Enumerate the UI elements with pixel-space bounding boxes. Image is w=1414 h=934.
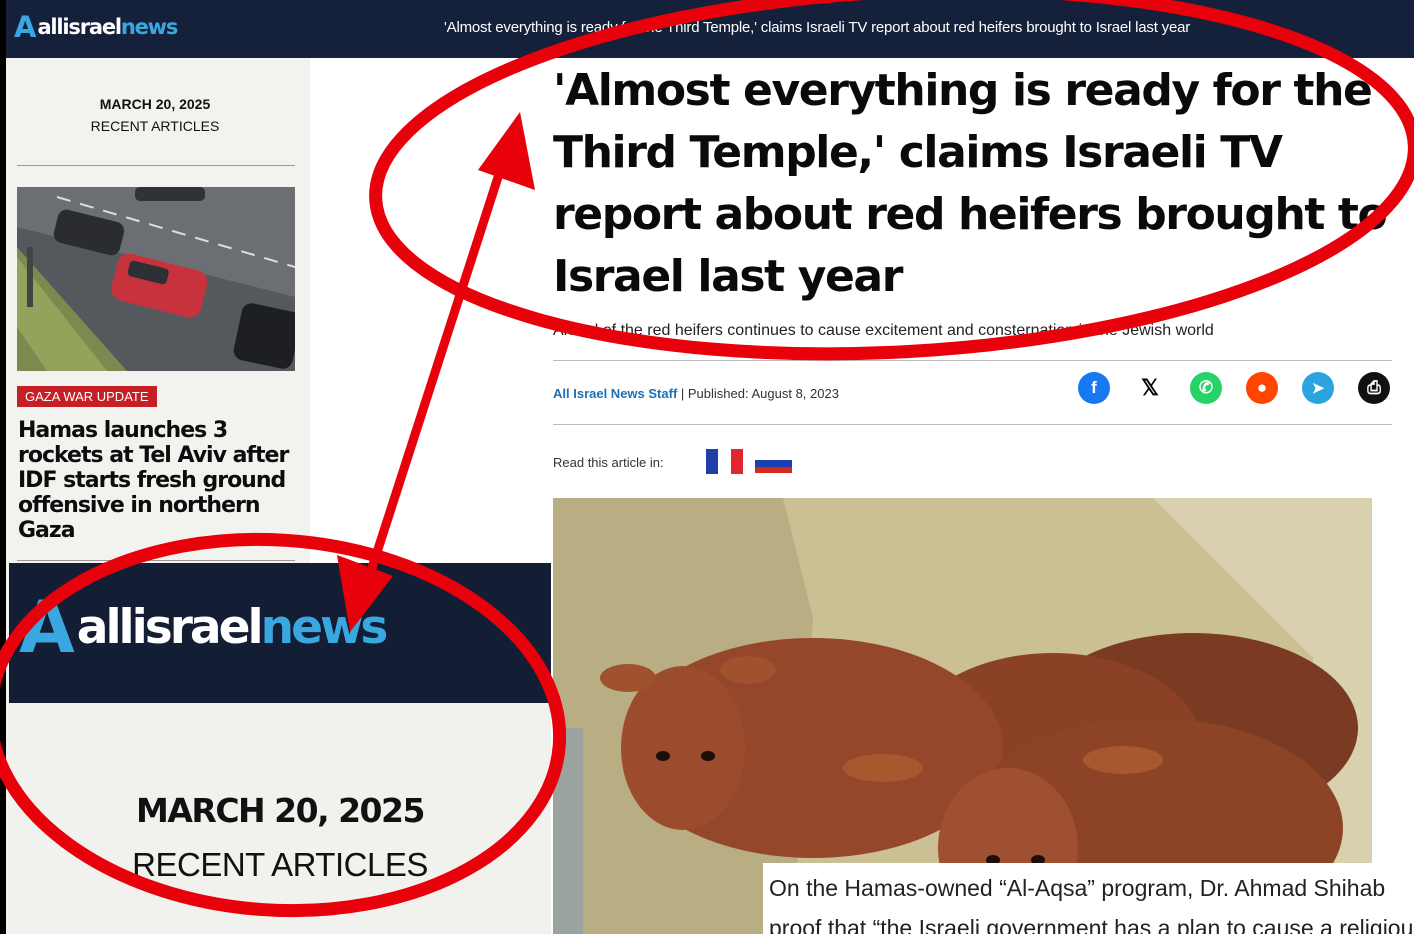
sidebar-article-headline[interactable]: Hamas launches 3 rockets at Tel Aviv aft… bbox=[18, 418, 300, 543]
read-in-label: Read this article in: bbox=[553, 455, 664, 470]
logo-text-part1: allisrael bbox=[76, 599, 264, 655]
zoomed-site-logo: A allisrael news bbox=[19, 585, 389, 669]
byline-separator: | bbox=[677, 386, 688, 401]
logo-text-part1: allisrael bbox=[37, 15, 122, 39]
quote-line-1: On the Hamas-owned “Al-Aqsa” program, Dr… bbox=[769, 875, 1386, 901]
top-navigation-bar: A allisrael news 'Almost everything is r… bbox=[6, 0, 1414, 58]
quoted-text-inset: On the Hamas-owned “Al-Aqsa” program, Dr… bbox=[763, 863, 1414, 934]
logo-mark-icon: A bbox=[14, 10, 36, 44]
article-byline: All Israel News Staff | Published: Augus… bbox=[553, 386, 839, 401]
site-logo[interactable]: A allisrael news bbox=[14, 10, 179, 44]
divider bbox=[553, 360, 1392, 361]
headline-ticker[interactable]: 'Almost everything is ready for the Thir… bbox=[444, 19, 1190, 36]
zoomed-section-title: RECENT ARTICLES bbox=[132, 846, 428, 883]
category-tag[interactable]: GAZA WAR UPDATE bbox=[17, 386, 157, 407]
french-flag-icon[interactable] bbox=[706, 449, 743, 474]
article-headline: 'Almost everything is ready for the Thir… bbox=[553, 65, 1388, 302]
share-buttons: f 𝕏 ✆ ● ➤ ⎙ bbox=[1078, 372, 1390, 404]
telegram-icon[interactable]: ➤ bbox=[1302, 372, 1334, 404]
author-link[interactable]: All Israel News Staff bbox=[553, 386, 677, 401]
divider bbox=[17, 560, 295, 561]
zoomed-header-bar: A allisrael news bbox=[9, 563, 551, 703]
divider bbox=[553, 424, 1392, 425]
x-icon[interactable]: 𝕏 bbox=[1134, 372, 1166, 404]
logo-text-part2: news bbox=[120, 15, 179, 39]
sidebar-section-title: RECENT ARTICLES bbox=[90, 118, 220, 134]
logo-mark-icon: A bbox=[19, 585, 75, 669]
print-icon[interactable]: ⎙ bbox=[1358, 372, 1390, 404]
facebook-icon[interactable]: f bbox=[1078, 372, 1110, 404]
zoomed-logo-inset: A allisrael news MARCH 20, 2025 RECENT A… bbox=[9, 563, 551, 934]
reddit-icon[interactable]: ● bbox=[1246, 372, 1278, 404]
publish-date: Published: August 8, 2023 bbox=[687, 386, 839, 401]
whatsapp-icon[interactable]: ✆ bbox=[1190, 372, 1222, 404]
zoomed-date: MARCH 20, 2025 bbox=[136, 791, 425, 830]
screenshot-frame: A allisrael news 'Almost everything is r… bbox=[6, 0, 1414, 934]
russian-flag-icon[interactable] bbox=[755, 454, 792, 473]
quote-line-2: proof that “the Israeli government has a… bbox=[769, 915, 1414, 934]
logo-text-part2: news bbox=[260, 599, 389, 655]
divider bbox=[17, 165, 295, 166]
article-subheading: Arrival of the red heifers continues to … bbox=[553, 322, 1214, 339]
sidebar-article-image[interactable] bbox=[17, 187, 295, 371]
sidebar-date: MARCH 20, 2025 bbox=[99, 96, 211, 112]
